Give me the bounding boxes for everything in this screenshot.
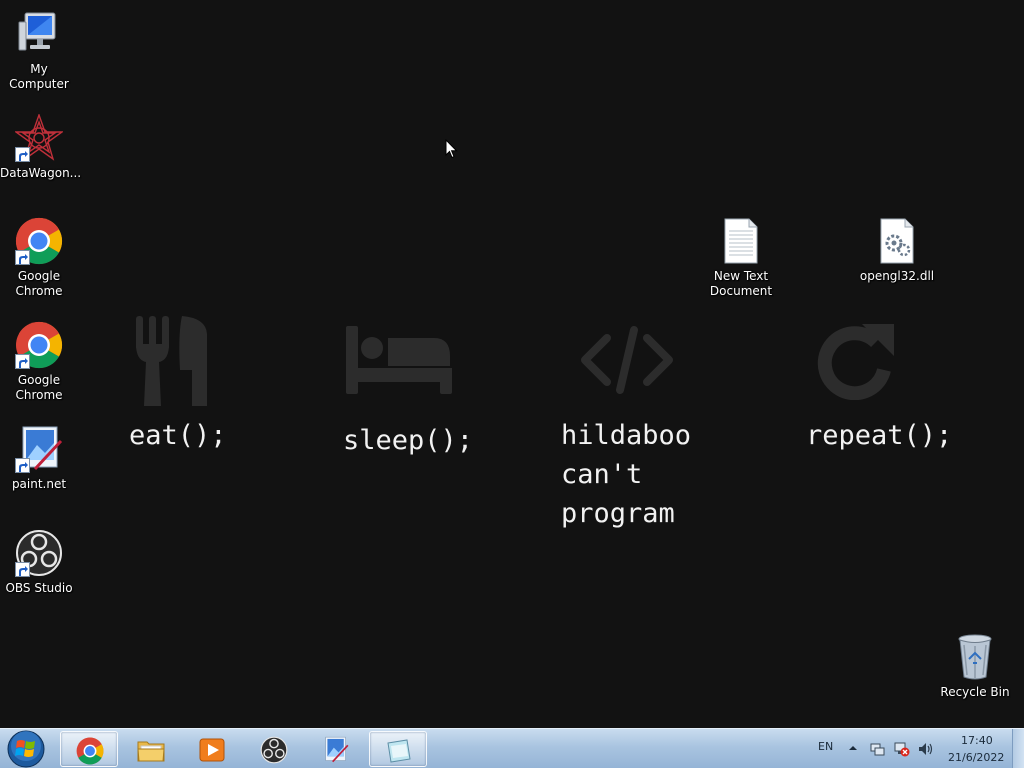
paint-net-icon (325, 736, 349, 763)
show-desktop-button[interactable] (1012, 729, 1024, 768)
action-center-icon[interactable] (870, 741, 886, 757)
desktop-icon-datawagon[interactable]: DataWagon... (0, 112, 82, 181)
wallpaper-text-eat: eat(); (129, 420, 227, 451)
desktop-icon-label: New Text Document (709, 269, 773, 298)
repeat-icon (817, 324, 894, 400)
desktop-icon-opengl32-dll[interactable]: opengl32.dll (858, 217, 936, 284)
text-document-icon (724, 218, 758, 264)
desktop-icon-chrome-2[interactable]: Google Chrome (0, 321, 78, 403)
shortcut-arrow-icon (15, 562, 30, 577)
folder-icon (137, 741, 165, 762)
desktop-icon-chrome-1[interactable]: Google Chrome (0, 217, 78, 299)
clock-time[interactable]: 17:40 (961, 734, 993, 747)
clock-date[interactable]: 21/6/2022 (948, 751, 1004, 764)
desktop-icon-label: DataWagon... (0, 166, 82, 180)
obs-icon (260, 736, 288, 764)
desktop-icon-label: Google Chrome (15, 269, 63, 298)
bed-icon (346, 326, 452, 394)
desktop-icon-label: OBS Studio (5, 581, 73, 595)
network-error-icon[interactable] (894, 741, 910, 757)
volume-icon[interactable] (918, 741, 934, 757)
taskbar-button-app-window[interactable] (369, 731, 427, 767)
mouse-cursor-icon (445, 139, 458, 159)
language-indicator[interactable]: EN (818, 740, 833, 753)
fork-knife-icon (136, 316, 207, 406)
desktop-icon-my-computer[interactable]: My Computer (0, 10, 78, 92)
desktop-icon-paint-net[interactable]: paint.net (0, 425, 78, 492)
desktop-icon-label: Google Chrome (15, 373, 63, 402)
wallpaper-text-code: hildaboo can't program (561, 420, 692, 529)
windows-logo-icon (7, 730, 45, 768)
taskbar-button-paint-net[interactable] (306, 731, 364, 767)
taskbar-button-explorer[interactable] (122, 731, 180, 767)
desktop-icon-recycle-bin[interactable]: Recycle Bin (936, 633, 1014, 700)
desktop-icon-obs-studio[interactable]: OBS Studio (0, 529, 78, 596)
chrome-icon (76, 737, 104, 765)
desktop-icon-label: opengl32.dll (859, 269, 935, 283)
desktop-icon-label: paint.net (11, 477, 67, 491)
taskbar: EN 17:40 21/6/2022 (0, 728, 1024, 768)
taskbar-button-obs[interactable] (245, 731, 303, 767)
taskbar-button-chrome[interactable] (60, 731, 118, 767)
shortcut-arrow-icon (15, 354, 30, 369)
wallpaper-text-repeat: repeat(); (806, 420, 953, 451)
wallpaper-text-sleep: sleep(); (343, 425, 474, 456)
desktop-icon-label: My Computer (9, 62, 69, 91)
window-icon (387, 739, 411, 763)
shortcut-arrow-icon (15, 458, 30, 473)
shortcut-arrow-icon (15, 147, 30, 162)
media-player-icon (199, 738, 225, 762)
dll-file-icon (880, 218, 914, 264)
recycle-bin-icon (958, 634, 992, 680)
taskbar-button-media-player[interactable] (183, 731, 241, 767)
code-icon (581, 326, 673, 394)
desktop-icon-label: Recycle Bin (940, 685, 1010, 699)
computer-icon (18, 12, 56, 51)
desktop-icon-new-text-document[interactable]: New Text Document (702, 217, 780, 299)
start-button[interactable] (4, 729, 52, 768)
desktop-wallpaper: eat(); sleep(); hildaboo can't program r… (0, 0, 1024, 728)
show-hidden-icons-icon[interactable] (848, 744, 858, 752)
shortcut-arrow-icon (15, 250, 30, 265)
